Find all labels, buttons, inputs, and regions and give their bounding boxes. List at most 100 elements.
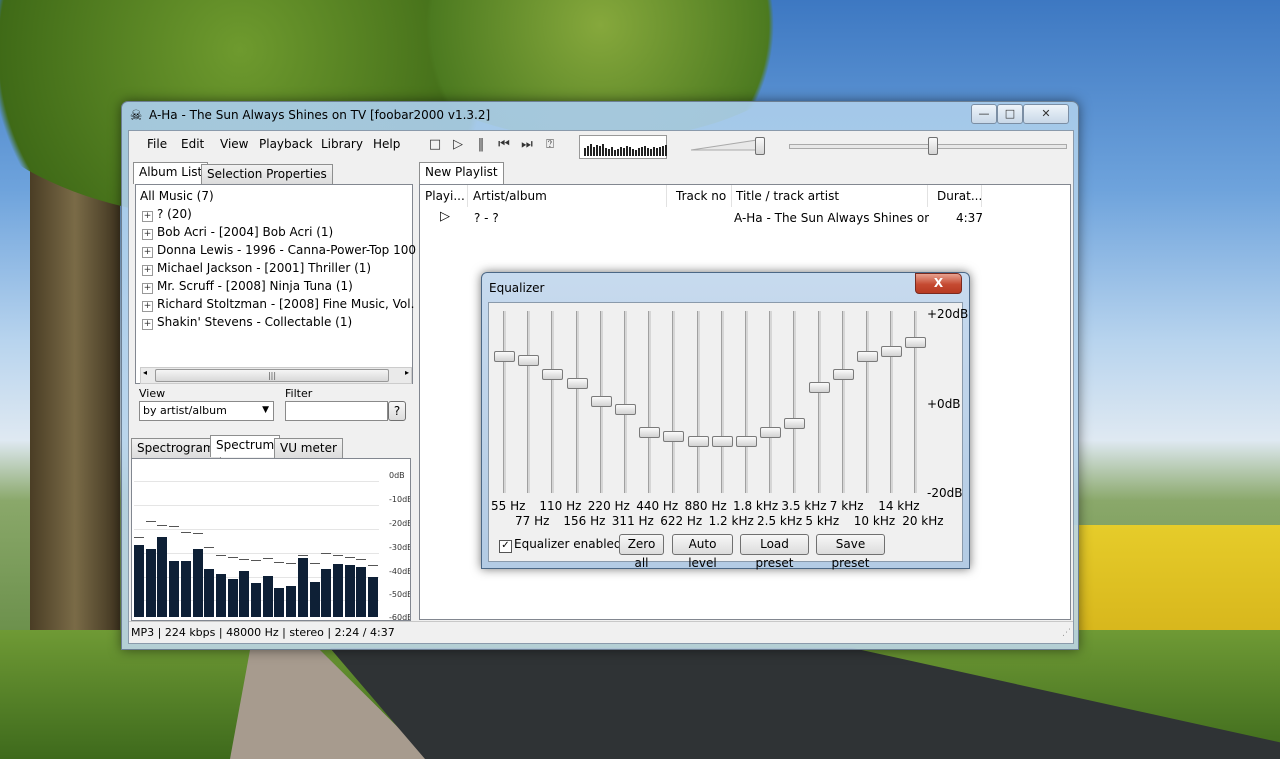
eq-band-track[interactable]: [720, 311, 724, 493]
tab-spectrum[interactable]: Spectrum: [210, 435, 281, 457]
eq-band-slider[interactable]: [687, 435, 709, 447]
zero-all-button[interactable]: Zero all: [619, 534, 664, 570]
eq-band-slider[interactable]: [881, 346, 903, 358]
eq-band-slider[interactable]: [639, 426, 661, 438]
maximize-button[interactable]: □: [997, 104, 1023, 124]
expand-plus-icon[interactable]: +: [142, 265, 153, 276]
minimize-button[interactable]: —: [971, 104, 997, 124]
load-preset-button[interactable]: Load preset: [740, 534, 809, 570]
tree-item[interactable]: + Mr. Scruff - [2008] Ninja Tuna (1): [142, 279, 353, 294]
column-playing[interactable]: Playi...: [420, 185, 468, 207]
tab-album-list[interactable]: Album List: [133, 162, 209, 184]
eq-band-track[interactable]: [696, 311, 700, 493]
tree-item[interactable]: + Shakin' Stevens - Collectable (1): [142, 315, 352, 330]
eq-band-slider[interactable]: [808, 382, 830, 394]
eq-band-track[interactable]: [817, 311, 821, 493]
album-list-tree[interactable]: All Music (7) + ? (20) + Bob Acri - [2004] …: [135, 184, 447, 384]
tree-item[interactable]: + Bob Acri - [2004] Bob Acri (1): [142, 225, 333, 240]
eq-band-slider[interactable]: [711, 435, 733, 447]
stop-icon[interactable]: □: [427, 137, 443, 153]
play-icon[interactable]: ▷: [450, 137, 466, 153]
row-duration[interactable]: 4:37: [956, 211, 986, 225]
next-icon[interactable]: ⏭: [519, 137, 535, 153]
volume-slider-thumb[interactable]: [755, 137, 765, 155]
expand-plus-icon[interactable]: +: [142, 319, 153, 330]
album-list-horizontal-scrollbar[interactable]: ◂ ||| ▸: [140, 367, 412, 384]
close-button[interactable]: ✕: [1023, 104, 1069, 124]
tab-vu-meter[interactable]: VU meter: [274, 438, 343, 458]
eq-band-slider[interactable]: [736, 435, 757, 447]
title-bar[interactable]: ☠ A-Ha - The Sun Always Shines on TV [fo…: [122, 102, 1078, 130]
random-icon[interactable]: ⍰: [542, 137, 558, 153]
tab-selection-properties[interactable]: Selection Properties: [201, 164, 333, 184]
eq-band-track[interactable]: [841, 311, 845, 493]
menu-library[interactable]: Library: [321, 137, 363, 151]
tab-spectrogram[interactable]: Spectrogram: [131, 438, 221, 458]
eq-band-slider[interactable]: [905, 337, 927, 349]
spectrum-visualization[interactable]: 0dB -10dB -20dB -30dB -40dB -50dB -60dB: [131, 458, 411, 621]
eq-band-slider[interactable]: [590, 395, 612, 407]
tree-item[interactable]: + ? (20): [142, 207, 192, 222]
eq-band-slider[interactable]: [542, 368, 564, 380]
eq-band-track[interactable]: [575, 311, 579, 493]
auto-level-button[interactable]: Auto level: [672, 534, 733, 570]
eq-band-slider[interactable]: [832, 368, 854, 380]
row-title[interactable]: A-Ha - The Sun Always Shines on ...: [734, 211, 929, 225]
eq-band-track[interactable]: [769, 311, 773, 493]
save-preset-button[interactable]: Save preset: [816, 534, 885, 570]
pause-icon[interactable]: ‖: [473, 137, 489, 153]
eq-band-slider[interactable]: [615, 404, 636, 416]
expand-plus-icon[interactable]: +: [142, 211, 153, 222]
expand-plus-icon[interactable]: +: [142, 301, 153, 312]
filter-help-button[interactable]: ?: [388, 401, 406, 421]
volume-slider-track[interactable]: [691, 138, 761, 152]
tree-item[interactable]: + Michael Jackson - [2001] Thriller (1): [142, 261, 371, 276]
tab-new-playlist[interactable]: New Playlist: [419, 162, 504, 184]
eq-band-track[interactable]: [672, 311, 676, 493]
eq-band-track[interactable]: [866, 311, 869, 493]
column-title[interactable]: Title / track artist: [731, 185, 928, 207]
eq-band-track[interactable]: [551, 311, 555, 493]
scroll-left-arrow-icon[interactable]: ◂: [143, 368, 147, 377]
expand-plus-icon[interactable]: +: [142, 283, 153, 294]
eq-band-track[interactable]: [624, 311, 627, 493]
eq-band-track[interactable]: [527, 311, 531, 493]
expand-plus-icon[interactable]: +: [142, 229, 153, 240]
menu-help[interactable]: Help: [373, 137, 400, 151]
tree-item[interactable]: + Richard Stoltzman - [2008] Fine Music, …: [142, 297, 447, 312]
seek-bar-thumb[interactable]: [928, 137, 938, 155]
toolbar-spectrum-visualization[interactable]: [579, 135, 667, 159]
row-artist-album[interactable]: ? - ?: [474, 211, 654, 225]
chevron-down-icon[interactable]: ▼: [262, 402, 269, 419]
equalizer-enabled-label[interactable]: Equalizer enabled: [514, 537, 622, 551]
tree-item[interactable]: + Donna Lewis - 1996 - Canna-Power-Top 10…: [142, 243, 437, 258]
equalizer-enabled-checkbox[interactable]: ✓: [499, 540, 512, 553]
menu-playback[interactable]: Playback: [259, 137, 313, 151]
tree-root-all-music[interactable]: All Music (7): [140, 189, 214, 203]
menu-file[interactable]: File: [147, 137, 167, 151]
scrollbar-thumb[interactable]: |||: [155, 369, 389, 382]
filter-input[interactable]: [285, 401, 388, 421]
eq-band-track[interactable]: [648, 311, 652, 493]
eq-band-track[interactable]: [503, 311, 506, 493]
eq-band-slider[interactable]: [857, 350, 878, 362]
equalizer-close-button[interactable]: X: [915, 273, 962, 294]
column-track-no[interactable]: Track no: [671, 185, 732, 207]
eq-band-track[interactable]: [890, 311, 894, 493]
eq-band-slider[interactable]: [663, 431, 685, 443]
expand-plus-icon[interactable]: +: [142, 247, 153, 258]
eq-band-track[interactable]: [793, 311, 797, 493]
menu-edit[interactable]: Edit: [181, 137, 204, 151]
view-dropdown[interactable]: by artist/album ▼: [139, 401, 274, 421]
scroll-right-arrow-icon[interactable]: ▸: [405, 368, 409, 377]
eq-band-slider[interactable]: [784, 417, 806, 429]
eq-band-slider[interactable]: [566, 377, 588, 389]
resize-grip-icon[interactable]: ⋰: [1062, 628, 1071, 638]
eq-band-slider[interactable]: [760, 426, 782, 438]
eq-band-track[interactable]: [745, 311, 748, 493]
equalizer-dialog[interactable]: Equalizer X +20dB +0dB -20dB 55 Hz 110 Hz…: [481, 272, 970, 570]
eq-band-slider[interactable]: [494, 350, 515, 362]
column-duration[interactable]: Durat...: [932, 185, 982, 207]
eq-band-slider[interactable]: [518, 355, 540, 367]
menu-view[interactable]: View: [220, 137, 248, 151]
